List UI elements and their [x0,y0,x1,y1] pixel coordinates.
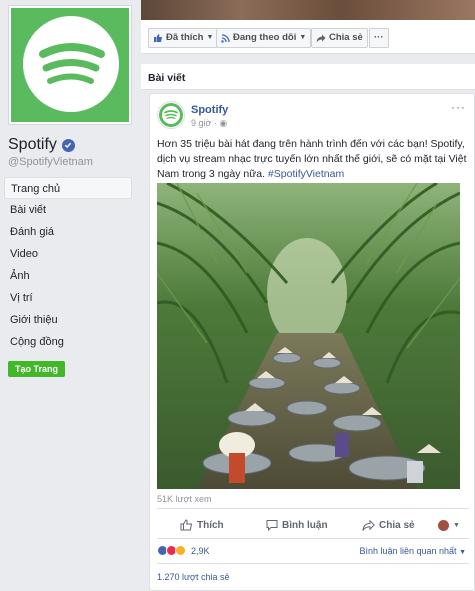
share-count[interactable]: 1.270 lượt chia sẻ [157,572,229,582]
globe-icon: ◉ [219,118,228,128]
audience-selector[interactable]: ▼ [438,514,460,536]
rss-icon [221,33,230,43]
wow-reaction-icon [175,545,186,556]
cover-photo[interactable] [141,0,475,20]
thumbs-up-outline-icon [180,519,193,531]
page-profile-picture[interactable] [8,5,132,125]
divider [157,508,469,509]
user-avatar-icon [438,519,449,531]
spotify-logo-icon [23,16,119,112]
page-title[interactable]: Spotify [8,136,75,154]
verified-badge-icon [61,138,75,152]
divider [157,538,469,539]
left-column: Spotify @SpotifyVietnam Trang chủ Bài vi… [0,0,140,591]
post-author-avatar[interactable] [157,101,185,129]
post-video[interactable] [157,183,460,489]
post-options-button[interactable]: ··· [451,100,466,114]
nav-item-location[interactable]: Vị trí [4,287,132,309]
reaction-summary[interactable]: 2,9K [157,545,210,556]
caret-down-icon: ▼ [299,34,307,41]
divider [157,563,469,564]
view-count: 51K lượt xem [157,494,212,504]
post-card: Spotify 9 giờ · ◉ ··· Hơn 35 triệu bài h… [149,93,475,591]
post-author-name[interactable]: Spotify [191,104,228,116]
post-text: Hơn 35 triệu bài hát đang trên hành trìn… [157,138,467,180]
comment-icon [266,520,278,531]
hashtag-link[interactable]: #SpotifyVietnam [268,168,344,180]
share-post-button[interactable]: Chia sẻ [362,514,415,536]
create-page-button[interactable]: Tạo Trang [8,361,66,377]
nav-item-photos[interactable]: Ảnh [4,265,132,287]
caret-down-icon: ▼ [453,521,460,529]
post-timestamp[interactable]: 9 giờ · ◉ [191,118,227,129]
liked-button[interactable]: Đã thích ▼ [148,28,219,48]
nav-item-about[interactable]: Giới thiệu [4,309,132,331]
like-button[interactable]: Thích [180,514,224,536]
thumbs-up-icon [154,34,162,42]
comment-button[interactable]: Bình luận [266,514,328,536]
caret-down-icon: ▼ [206,34,214,41]
page-action-bar: Đã thích ▼ Đang theo dõi ▼ Chia sẻ ··· [141,20,475,54]
more-options-button[interactable]: ··· [369,28,389,48]
nav-item-reviews[interactable]: Đánh giá [4,221,132,243]
nav-item-home[interactable]: Trang chủ [4,177,132,199]
share-page-button[interactable]: Chia sẻ [311,28,368,48]
nav-item-videos[interactable]: Video [4,243,132,265]
comment-sort-dropdown[interactable]: Bình luận liên quan nhất ▼ [359,546,466,556]
page-nav: Trang chủ Bài viết Đánh giá Video Ảnh Vị… [4,177,132,353]
nav-item-posts[interactable]: Bài viết [4,199,132,221]
posts-section-header: Bài viết [141,64,475,90]
page-handle: @SpotifyVietnam [8,156,93,168]
share-arrow-icon [316,34,326,42]
share-arrow-icon [362,519,375,531]
nav-item-community[interactable]: Cộng đồng [4,331,132,353]
following-button[interactable]: Đang theo dõi ▼ [216,28,312,48]
caret-down-icon: ▼ [459,549,466,556]
